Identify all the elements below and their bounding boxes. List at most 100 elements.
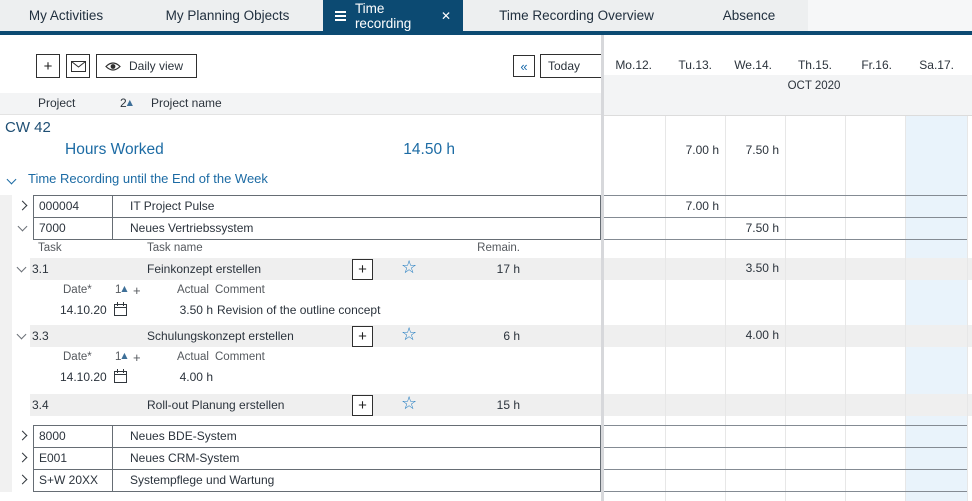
add-entry-button[interactable]: + bbox=[352, 395, 373, 416]
time-recording-screen: My Activities My Planning Objects Time r… bbox=[0, 0, 972, 501]
chevron-right-icon[interactable] bbox=[18, 453, 28, 463]
today-button[interactable]: Today bbox=[540, 54, 601, 78]
sort-asc-icon: ▲ bbox=[127, 98, 133, 107]
entry-actual[interactable]: 4.00 h bbox=[153, 370, 213, 384]
chevron-down-icon[interactable] bbox=[17, 263, 27, 273]
chevron-right-icon[interactable] bbox=[18, 431, 28, 441]
day-header-fr[interactable]: Fr.16. bbox=[845, 58, 905, 73]
project-code-cell[interactable]: 7000 bbox=[33, 217, 113, 240]
project-name-cell[interactable]: Neues Vertriebssystem bbox=[112, 217, 601, 240]
view-select[interactable]: Daily view bbox=[96, 54, 197, 78]
task-id: 3.3 bbox=[32, 329, 49, 343]
plus-icon: + bbox=[358, 328, 367, 345]
project-code-cell[interactable]: S+W 20XX bbox=[33, 469, 113, 492]
tab-absence[interactable]: Absence bbox=[690, 0, 808, 31]
hours-cell[interactable]: 7.00 h bbox=[667, 199, 719, 217]
tab-my-planning-objects[interactable]: My Planning Objects bbox=[132, 0, 323, 31]
sort-asc-icon: ▲ bbox=[121, 284, 127, 293]
project-name-cell[interactable]: Systempflege und Wartung bbox=[112, 469, 601, 492]
add-row-icon[interactable]: + bbox=[133, 283, 141, 298]
column-header-comment[interactable]: Comment bbox=[215, 351, 265, 363]
column-header-task-name[interactable]: Task name bbox=[147, 242, 203, 254]
column-header-date[interactable]: Date* bbox=[63, 284, 92, 296]
favorite-star-icon[interactable]: ☆ bbox=[401, 326, 417, 344]
project-code-cell[interactable]: 8000 bbox=[33, 425, 113, 448]
chevron-down-icon[interactable] bbox=[7, 175, 17, 185]
tab-time-recording-overview[interactable]: Time Recording Overview bbox=[463, 0, 690, 31]
mail-button[interactable] bbox=[66, 54, 90, 78]
add-row-icon[interactable]: + bbox=[133, 350, 141, 365]
task-name: Schulungskonzept erstellen bbox=[147, 329, 294, 343]
chevron-down-icon[interactable] bbox=[17, 330, 27, 340]
chevron-right-icon[interactable] bbox=[18, 201, 28, 211]
entry-date[interactable]: 14.10.20 bbox=[60, 370, 107, 384]
eye-icon bbox=[105, 61, 121, 72]
day-header-we[interactable]: We.14. bbox=[725, 58, 785, 73]
column-header-actual[interactable]: Actual bbox=[177, 284, 209, 296]
project-code-cell[interactable]: E001 bbox=[33, 447, 113, 470]
menu-icon[interactable] bbox=[335, 11, 346, 21]
envelope-icon bbox=[71, 61, 86, 72]
column-header-date[interactable]: Date* bbox=[63, 351, 92, 363]
grid-line bbox=[604, 115, 972, 116]
calendar-icon[interactable] bbox=[114, 302, 127, 316]
entry-actual[interactable]: 3.50 h bbox=[153, 303, 213, 317]
column-header-task[interactable]: Task bbox=[38, 242, 62, 254]
task-row-band bbox=[604, 394, 972, 416]
row-line bbox=[604, 425, 967, 426]
project-name-cell[interactable]: IT Project Pulse bbox=[112, 195, 601, 218]
weekend-column bbox=[905, 115, 967, 501]
hours-cell[interactable]: 3.50 h bbox=[727, 261, 779, 279]
chevron-right-icon[interactable] bbox=[18, 475, 28, 485]
hours-cell[interactable]: 4.00 h bbox=[727, 328, 779, 346]
chevron-down-icon[interactable] bbox=[18, 222, 28, 232]
hours-worked-label: Hours Worked bbox=[65, 141, 164, 159]
task-name: Feinkonzept erstellen bbox=[147, 262, 261, 276]
project-name-cell[interactable]: Neues BDE-System bbox=[112, 425, 601, 448]
entry-comment[interactable]: Revision of the outline concept bbox=[217, 303, 380, 317]
tab-label: My Activities bbox=[29, 8, 103, 23]
plus-icon: + bbox=[358, 261, 367, 278]
project-name-cell[interactable]: Neues CRM-System bbox=[112, 447, 601, 470]
sort-indicator-project: 2▲ bbox=[120, 96, 133, 110]
day-header-tu[interactable]: Tu.13. bbox=[665, 58, 725, 73]
hours-cell[interactable]: 7.50 h bbox=[727, 143, 779, 161]
calendar-week-label: CW 42 bbox=[5, 119, 51, 136]
section-label[interactable]: Time Recording until the End of the Week bbox=[28, 171, 268, 186]
calendar-icon[interactable] bbox=[114, 369, 127, 383]
favorite-star-icon[interactable]: ☆ bbox=[401, 259, 417, 277]
column-header-actual[interactable]: Actual bbox=[177, 351, 209, 363]
favorite-star-icon[interactable]: ☆ bbox=[401, 395, 417, 413]
today-label: Today bbox=[548, 59, 580, 73]
hours-cell[interactable]: 7.00 h bbox=[667, 143, 719, 161]
day-header-mo[interactable]: Mo.12. bbox=[604, 58, 665, 73]
entry-date[interactable]: 14.10.20 bbox=[60, 303, 107, 317]
plus-icon: + bbox=[44, 58, 53, 75]
task-row-band bbox=[604, 325, 972, 347]
view-select-label: Daily view bbox=[129, 59, 183, 73]
row-gutter bbox=[0, 195, 12, 492]
column-header-project[interactable]: Project bbox=[38, 96, 75, 110]
column-header-project-name[interactable]: Project name bbox=[151, 96, 222, 110]
tab-label: Time recording bbox=[355, 1, 425, 31]
column-header-comment[interactable]: Comment bbox=[215, 284, 265, 296]
add-entry-button[interactable]: + bbox=[352, 259, 373, 280]
tab-time-recording[interactable]: Time recording ✕ bbox=[323, 0, 463, 31]
task-id: 3.4 bbox=[32, 398, 49, 412]
tab-label: My Planning Objects bbox=[166, 8, 290, 23]
project-code-cell[interactable]: 000004 bbox=[33, 195, 113, 218]
tab-my-activities[interactable]: My Activities bbox=[0, 0, 132, 31]
add-entry-button[interactable]: + bbox=[352, 326, 373, 347]
day-header-sa[interactable]: Sa.17. bbox=[905, 58, 967, 73]
column-line bbox=[725, 115, 726, 501]
sort-asc-icon: ▲ bbox=[121, 351, 127, 360]
close-icon[interactable]: ✕ bbox=[441, 9, 451, 23]
calendar-grid-pane: OCT 2020 Mo.12. Tu.13. We.14. Th.15. Fr.… bbox=[601, 35, 972, 501]
tab-label: Absence bbox=[723, 8, 776, 23]
add-button[interactable]: + bbox=[36, 54, 60, 78]
plus-icon: + bbox=[358, 397, 367, 414]
column-header-remaining[interactable]: Remain. bbox=[430, 242, 520, 254]
prev-button[interactable]: « bbox=[513, 55, 535, 77]
day-header-th[interactable]: Th.15. bbox=[785, 58, 845, 73]
hours-cell[interactable]: 7.50 h bbox=[727, 221, 779, 239]
